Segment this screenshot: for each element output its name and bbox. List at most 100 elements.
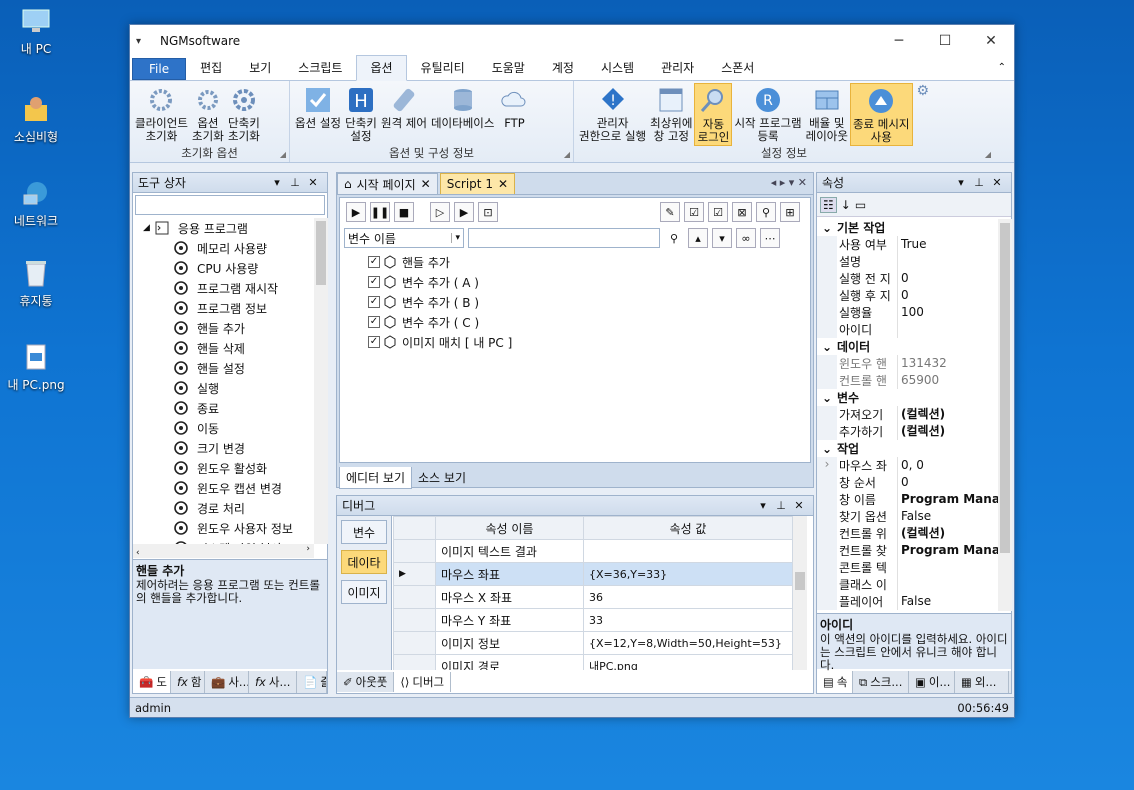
tab-editor-view[interactable]: 에디터 보기 — [339, 467, 413, 489]
play-button[interactable]: ▶ — [346, 202, 366, 222]
property-value[interactable]: False — [897, 508, 999, 525]
menu-sponsor[interactable]: 스폰서 — [708, 56, 767, 80]
loop-icon[interactable]: ∞ — [736, 228, 756, 248]
property-value[interactable] — [897, 253, 999, 270]
script-statement[interactable]: ✓ 변수 추가 ( A ) — [340, 272, 810, 292]
check-all-icon[interactable]: ☑ — [684, 202, 704, 222]
tab-toolbox[interactable]: 🧰 도 — [133, 671, 171, 693]
property-value[interactable]: 65900 — [897, 372, 999, 389]
script-statement[interactable]: ✓ 변수 추가 ( B ) — [340, 292, 810, 312]
tool-item[interactable]: 윈도우 사용자 정보 — [133, 518, 313, 538]
step-button[interactable]: ▷ — [430, 202, 450, 222]
property-row[interactable]: 윈도우 핸 131432 — [817, 355, 999, 372]
property-category[interactable]: ⌄ 변수 — [817, 389, 999, 406]
tab-images[interactable]: ▣ 이... — [909, 671, 955, 693]
expand-icon[interactable]: ⌄ — [817, 442, 837, 456]
menu-system[interactable]: 시스템 — [588, 56, 647, 80]
reset-shortcuts-button[interactable]: 단축키 초기화 — [226, 83, 262, 146]
property-row[interactable]: 콘트롤 텍 — [817, 559, 999, 576]
menu-options[interactable]: 옵션 — [356, 55, 407, 81]
property-pages-icon[interactable]: ▭ — [855, 198, 866, 212]
edit-icon[interactable]: ✎ — [660, 202, 680, 222]
property-row[interactable]: 창 이름 Program Mana — [817, 491, 999, 508]
check-icon[interactable]: ☑ — [708, 202, 728, 222]
property-row[interactable]: 사용 여부 True — [817, 236, 999, 253]
menu-utility[interactable]: 유틸리티 — [408, 56, 478, 80]
debug-row[interactable]: ▶ 마우스 좌표 {X=36,Y=33} — [393, 562, 793, 586]
close-icon[interactable]: ✕ — [790, 499, 808, 512]
tool-item[interactable]: 핸들 설정 — [133, 358, 313, 378]
tool-item[interactable]: 핸들 추가 — [133, 318, 313, 338]
property-row[interactable]: 클래스 이 — [817, 576, 999, 593]
move-up-button[interactable]: ▴ — [688, 228, 708, 248]
remote-control-button[interactable]: 원격 제어 — [379, 83, 429, 146]
property-value[interactable] — [897, 321, 999, 338]
menu-edit[interactable]: 편집 — [187, 56, 235, 80]
property-row[interactable]: 컨트롤 핸 65900 — [817, 372, 999, 389]
close-button[interactable]: ✕ — [968, 33, 1014, 49]
dropdown-icon[interactable]: ▾ — [952, 176, 970, 189]
property-category[interactable]: ⌄ 작업 — [817, 440, 999, 457]
tab-source-view[interactable]: 소스 보기 — [412, 467, 472, 489]
pause-button[interactable]: ❚❚ — [370, 202, 390, 222]
debug-row[interactable]: 마우스 Y 좌표 33 — [393, 608, 793, 632]
property-row[interactable]: 실행 전 지 0 — [817, 270, 999, 287]
desktop-icon-user[interactable]: 소심비형 — [0, 94, 72, 145]
dropdown-icon[interactable]: ▾ — [754, 499, 772, 512]
statement-checkbox[interactable]: ✓ — [368, 316, 380, 328]
column-name-header[interactable]: 속성 이름 — [435, 516, 584, 540]
tool-item[interactable]: 메모리 사용량 — [133, 238, 313, 258]
ribbon-collapse-icon[interactable]: ⌃ — [998, 62, 1006, 73]
dropdown-icon[interactable]: ▾ — [268, 176, 286, 189]
property-value[interactable]: Program Mana — [897, 491, 999, 508]
property-value[interactable]: (컬렉션) — [897, 423, 999, 440]
property-category[interactable]: ⌄ 데이터 — [817, 338, 999, 355]
toolbox-vscroll[interactable] — [314, 218, 328, 544]
tool-item[interactable]: 프로그램 정보 — [133, 298, 313, 318]
pin-icon[interactable]: ⊥ — [970, 176, 988, 189]
property-row[interactable]: 찾기 옵션 False — [817, 508, 999, 525]
property-value[interactable]: 0 — [897, 474, 999, 491]
statement-checkbox[interactable]: ✓ — [368, 276, 380, 288]
tab-function[interactable]: fx 함 — [171, 671, 205, 693]
tab-properties[interactable]: ▤ 속 — [817, 671, 853, 693]
desktop-icon-network[interactable]: 네트워크 — [0, 178, 72, 229]
minimize-button[interactable]: ─ — [876, 33, 922, 49]
tab-external[interactable]: ▦ 외... — [955, 671, 1009, 693]
property-row[interactable]: 가져오기 (컬렉션) — [817, 406, 999, 423]
property-value[interactable]: (컬렉션) — [897, 525, 999, 542]
debug-row[interactable]: 이미지 텍스트 결과 — [393, 539, 793, 563]
menu-account[interactable]: 계정 — [539, 56, 587, 80]
tool-item[interactable]: 핸들 삭제 — [133, 338, 313, 358]
debug-row[interactable]: 이미지 정보 {X=12,Y=8,Width=50,Height=53} — [393, 631, 793, 655]
tab-scripts[interactable]: ⧉ 스크... — [853, 671, 909, 693]
property-value[interactable]: 100 — [897, 304, 999, 321]
gear-small-icon[interactable]: ⚙ — [917, 83, 930, 146]
always-on-top-button[interactable]: 최상위에 창 고정 — [648, 83, 694, 146]
maximize-button[interactable]: ☐ — [922, 33, 968, 49]
expand-icon[interactable]: ⌄ — [817, 221, 837, 235]
step-over-button[interactable]: ⊡ — [478, 202, 498, 222]
property-row[interactable]: 아이디 — [817, 321, 999, 338]
tab-user[interactable]: 💼 사... — [205, 671, 249, 693]
tab-output[interactable]: ✐ 아웃풋 — [337, 672, 395, 692]
statement-checkbox[interactable]: ✓ — [368, 256, 380, 268]
pin-icon[interactable]: ⊥ — [772, 499, 790, 512]
menu-help[interactable]: 도움말 — [479, 56, 538, 80]
tree-icon[interactable]: ⊞ — [780, 202, 800, 222]
reset-client-button[interactable]: 클라이언트 초기화 — [133, 83, 190, 146]
script-statement[interactable]: ✓ 핸들 추가 — [340, 252, 810, 272]
collapse-icon[interactable]: ◢ — [143, 223, 150, 233]
tool-item[interactable]: 실행 — [133, 378, 313, 398]
auto-login-button[interactable]: 자동 로그인 — [694, 83, 733, 146]
property-row[interactable]: 컨트롤 위 (컬렉션) — [817, 525, 999, 542]
close-icon[interactable]: ✕ — [304, 176, 322, 189]
property-value[interactable]: False — [897, 593, 999, 610]
property-row[interactable]: 설명 — [817, 253, 999, 270]
property-value[interactable]: 0, 0 — [897, 457, 999, 474]
data-button[interactable]: 데이타 — [341, 550, 387, 574]
property-value[interactable] — [897, 559, 999, 576]
image-button[interactable]: 이미지 — [341, 580, 387, 604]
property-value[interactable]: 0 — [897, 270, 999, 287]
property-row[interactable]: 실행 후 지 0 — [817, 287, 999, 304]
